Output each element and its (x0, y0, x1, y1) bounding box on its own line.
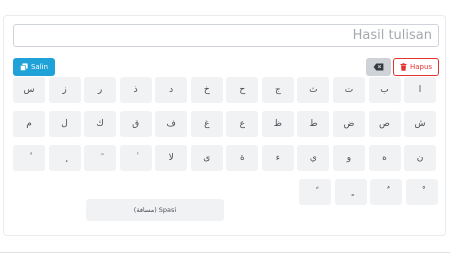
keyboard-key[interactable]: ٌ (370, 179, 403, 205)
keyboard-key[interactable]: ا (404, 77, 437, 103)
keyboard-key[interactable]: غ (190, 111, 223, 137)
backspace-icon (373, 63, 384, 71)
keyboard-key[interactable]: ْ (405, 179, 438, 205)
keyboard-key[interactable]: ق (119, 111, 152, 137)
space-key-label: (مسافة) Spasi (133, 206, 177, 214)
keyboard-key[interactable]: خ (190, 77, 223, 103)
keyboard-key[interactable]: ٍ (334, 179, 367, 205)
keyboard-key[interactable]: ن (404, 145, 437, 171)
keyboard-key[interactable]: لا (155, 145, 188, 171)
delete-button[interactable]: Hapus (393, 58, 439, 76)
keyboard-key[interactable]: ه (368, 145, 401, 171)
keyboard-key[interactable]: ع (226, 111, 259, 137)
keyboard-key[interactable]: ر (84, 77, 117, 103)
keyboard-key[interactable]: ح (226, 77, 259, 103)
keyboard-key[interactable]: ف (155, 111, 188, 137)
copy-button-label: Salin (30, 63, 49, 71)
backspace-button[interactable] (366, 58, 391, 76)
keyboard-key[interactable]: ض (332, 111, 365, 137)
keyboard-key[interactable]: و (332, 145, 365, 171)
keyboard-key[interactable]: ب (368, 77, 401, 103)
divider (0, 252, 450, 253)
keyboard-key[interactable]: ذ (119, 77, 152, 103)
output-field[interactable] (13, 24, 439, 47)
keyboard-key[interactable]: ص (368, 111, 401, 137)
keyboard-key[interactable]: م (13, 111, 45, 137)
keyboard-key[interactable]: ً (299, 179, 331, 205)
keyboard-key[interactable]: ى (190, 145, 223, 171)
keyboard-key[interactable]: ٰ (119, 145, 152, 171)
keyboard-key[interactable]: ت (332, 77, 365, 103)
keyboard-key[interactable]: ٕ (48, 145, 81, 171)
keyboard-key[interactable]: ء (261, 145, 294, 171)
keyboard-key[interactable]: ج (261, 77, 294, 103)
keyboard-key[interactable]: ش (404, 111, 437, 137)
keyboard-key[interactable]: ٓ (84, 145, 117, 171)
keyboard-key[interactable]: ظ (261, 111, 294, 137)
keyboard-key[interactable]: س (13, 77, 45, 103)
keyboard-card: Salin Hapus سزرذدخحجثتبا ملكقفغعظطضصشٰٕٔٓ… (3, 15, 446, 236)
trash-icon (400, 63, 407, 71)
keyboard-key[interactable]: ز (48, 77, 81, 103)
copy-icon (20, 63, 28, 71)
keyboard-key[interactable]: ٔ (13, 145, 45, 171)
keyboard-key[interactable]: د (155, 77, 188, 103)
keyboard-key[interactable]: ي (297, 145, 330, 171)
delete-button-label: Hapus (409, 63, 433, 71)
keyboard-key[interactable]: ط (297, 111, 330, 137)
space-key[interactable]: (مسافة) Spasi (86, 199, 224, 221)
keyboard-key[interactable]: ل (48, 111, 81, 137)
copy-button[interactable]: Salin (13, 58, 55, 76)
keyboard-key[interactable]: ث (297, 77, 330, 103)
keyboard-key[interactable]: ة (226, 145, 259, 171)
keyboard-key[interactable]: ك (84, 111, 117, 137)
